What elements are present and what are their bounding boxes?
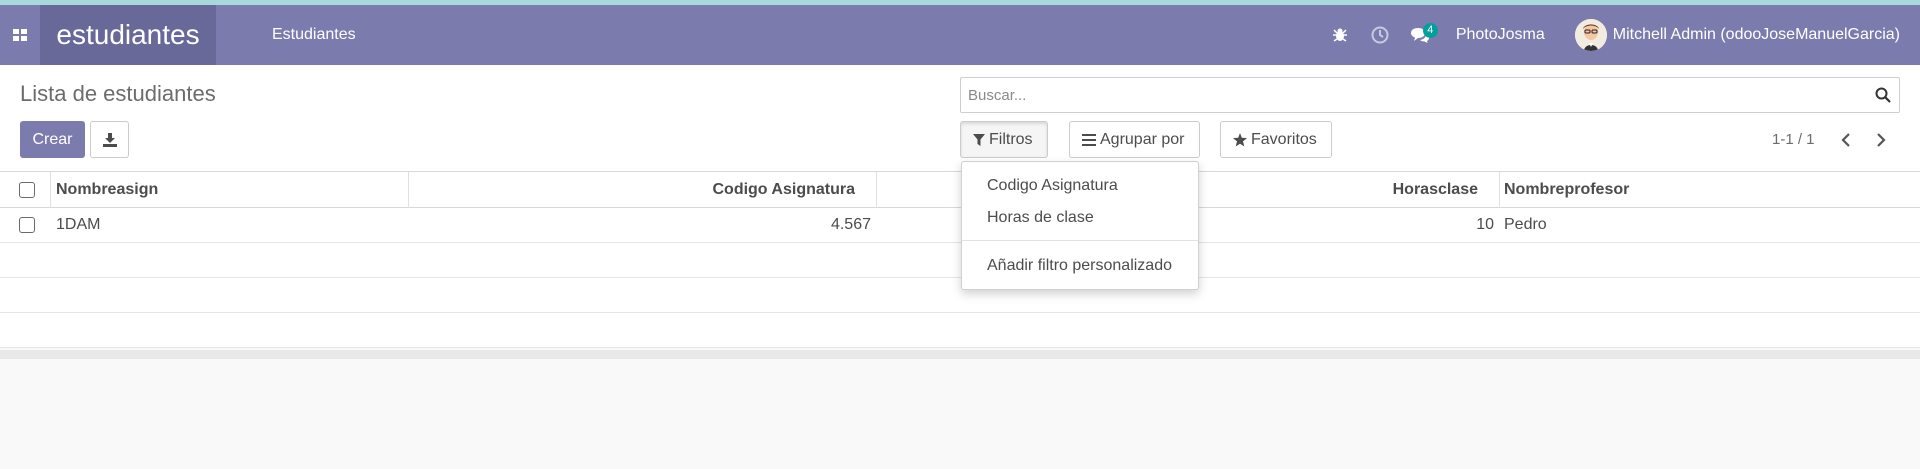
cell-nombreasign: 1DAM [56,216,101,233]
empty-row [0,313,1920,348]
main-navbar: estudiantes Estudiantes 4 PhotoJosma Mit… [0,5,1920,65]
pager-previous-button[interactable] [1834,129,1858,151]
filter-option-horas-de-clase[interactable]: Horas de clase [987,209,1094,227]
apps-grid-icon [13,29,27,41]
user-menu[interactable]: Mitchell Admin (odooJoseManuelGarcia) [1574,19,1900,51]
chevron-right-icon [1877,133,1886,147]
cell-codigo-asignatura: 4.567 [830,216,871,233]
column-divider [408,172,409,208]
user-name: Mitchell Admin (odooJoseManuelGarcia) [1612,26,1900,43]
filter-icon [973,133,985,146]
select-all-checkbox[interactable] [19,181,35,198]
filters-label: Filtros [989,130,1033,148]
empty-row [0,278,1920,313]
bug-icon [1332,28,1347,42]
column-divider [876,172,877,208]
dropdown-divider [962,240,1198,241]
clock-icon [1371,26,1389,44]
chevron-left-icon [1841,133,1850,147]
cell-nombreprofesor: Pedro [1504,216,1547,233]
apps-menu-button[interactable] [0,5,40,65]
list-icon [1082,133,1096,146]
create-button[interactable]: Crear [20,121,85,158]
favorites-label: Favoritos [1251,130,1317,148]
column-header-horasclase[interactable]: Horasclase [1393,172,1478,207]
messages-badge: 4 [1422,23,1438,38]
app-brand[interactable]: estudiantes [40,5,216,65]
column-divider [50,172,51,208]
user-avatar-icon [1574,19,1607,51]
row-checkbox[interactable] [19,217,35,233]
group-by-label: Agrupar por [1100,130,1185,148]
menu-item-estudiantes[interactable]: Estudiantes [272,26,356,44]
company-switcher[interactable]: PhotoJosma [1456,26,1545,44]
list-table: Nombreasign Codigo Asignatura Horasclase… [0,172,1920,348]
messages-button[interactable]: 4 [1400,5,1440,65]
export-button[interactable] [90,121,129,158]
filter-option-codigo-asignatura[interactable]: Codigo Asignatura [987,177,1118,195]
activity-button[interactable] [1360,5,1400,65]
cell-horasclase: 10 [1476,216,1494,233]
avatar [1574,19,1607,51]
debug-button[interactable] [1320,5,1360,65]
row-select-cell [19,208,35,242]
filters-button[interactable]: Filtros [960,121,1048,158]
add-custom-filter[interactable]: Añadir filtro personalizado [987,257,1172,275]
table-footer-bar [0,350,1920,359]
favorites-button[interactable]: Favoritos [1220,121,1332,158]
search-input[interactable] [961,78,1861,112]
navbar-systray: 4 PhotoJosma Mitchell Admin (odooJoseMan… [1320,5,1920,65]
empty-row [0,243,1920,278]
star-icon [1233,132,1247,146]
group-by-button[interactable]: Agrupar por [1069,121,1200,158]
column-header-nombreasign[interactable]: Nombreasign [56,172,158,207]
filters-dropdown: Codigo Asignatura Horas de clase Añadir … [961,161,1199,290]
select-all-cell [19,172,35,207]
column-divider [1499,172,1500,208]
column-header-nombreprofesor[interactable]: Nombreprofesor [1504,172,1629,207]
search-bar [960,77,1900,113]
table-row[interactable]: 1DAM 4.567 10 Pedro [0,208,1920,243]
column-header-codigo-asignatura[interactable]: Codigo Asignatura [712,172,855,207]
page-title: Lista de estudiantes [20,81,216,106]
search-icon[interactable] [1875,87,1891,103]
pager-value[interactable]: 1-1 / 1 [1772,131,1815,148]
control-panel: Lista de estudiantes Crear Filtros Agrup… [0,65,1920,172]
download-icon [102,132,117,147]
pager-next-button[interactable] [1869,129,1893,151]
table-header: Nombreasign Codigo Asignatura Horasclase… [0,172,1920,208]
